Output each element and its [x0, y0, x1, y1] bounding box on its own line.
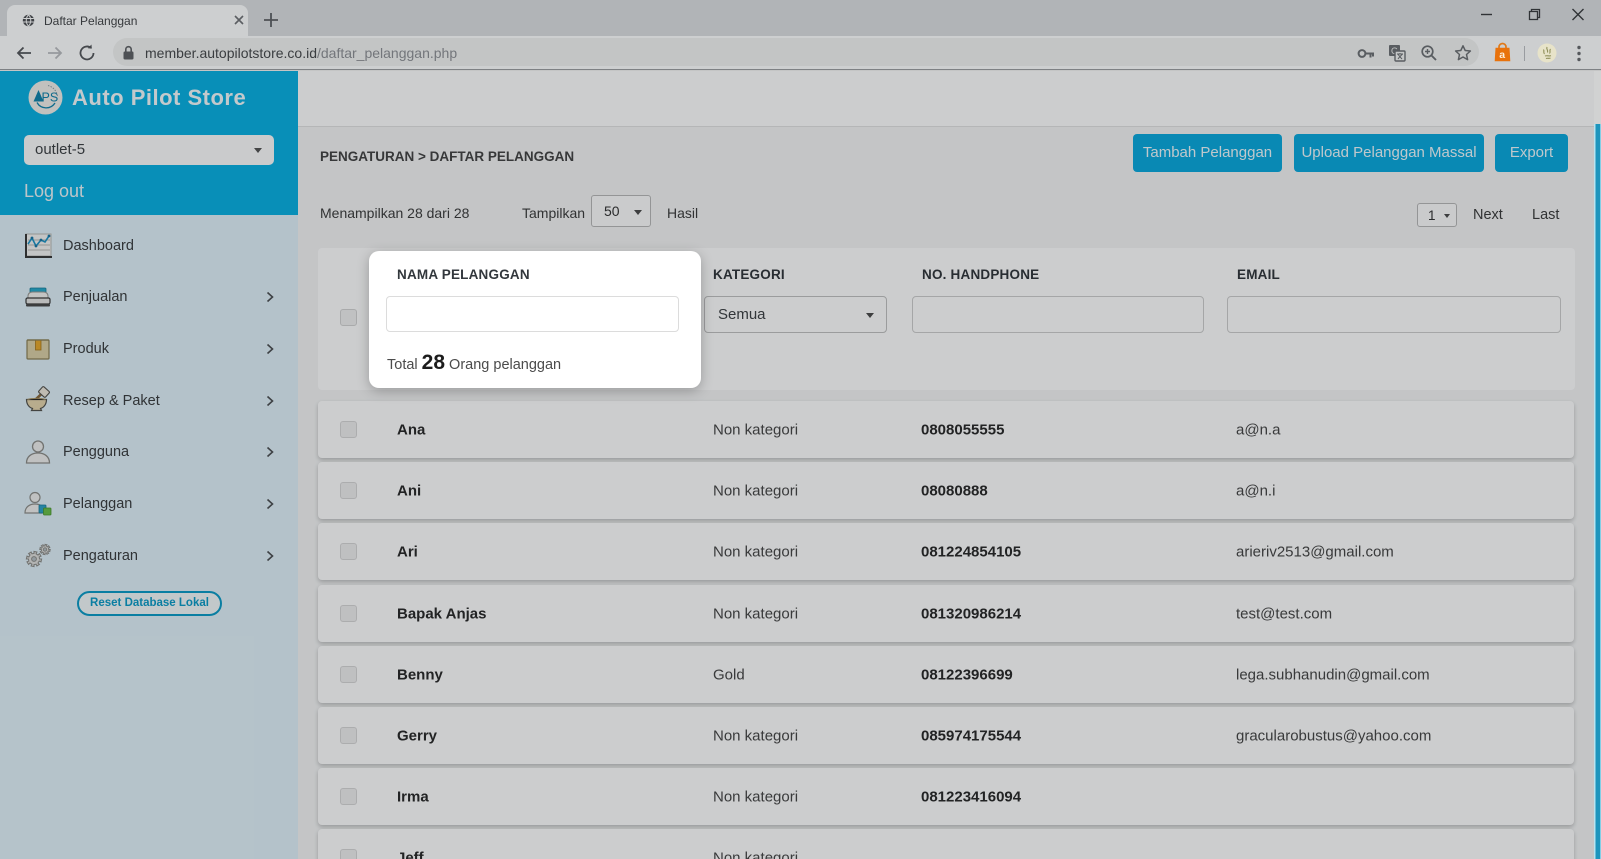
- svg-text:a: a: [1499, 49, 1505, 61]
